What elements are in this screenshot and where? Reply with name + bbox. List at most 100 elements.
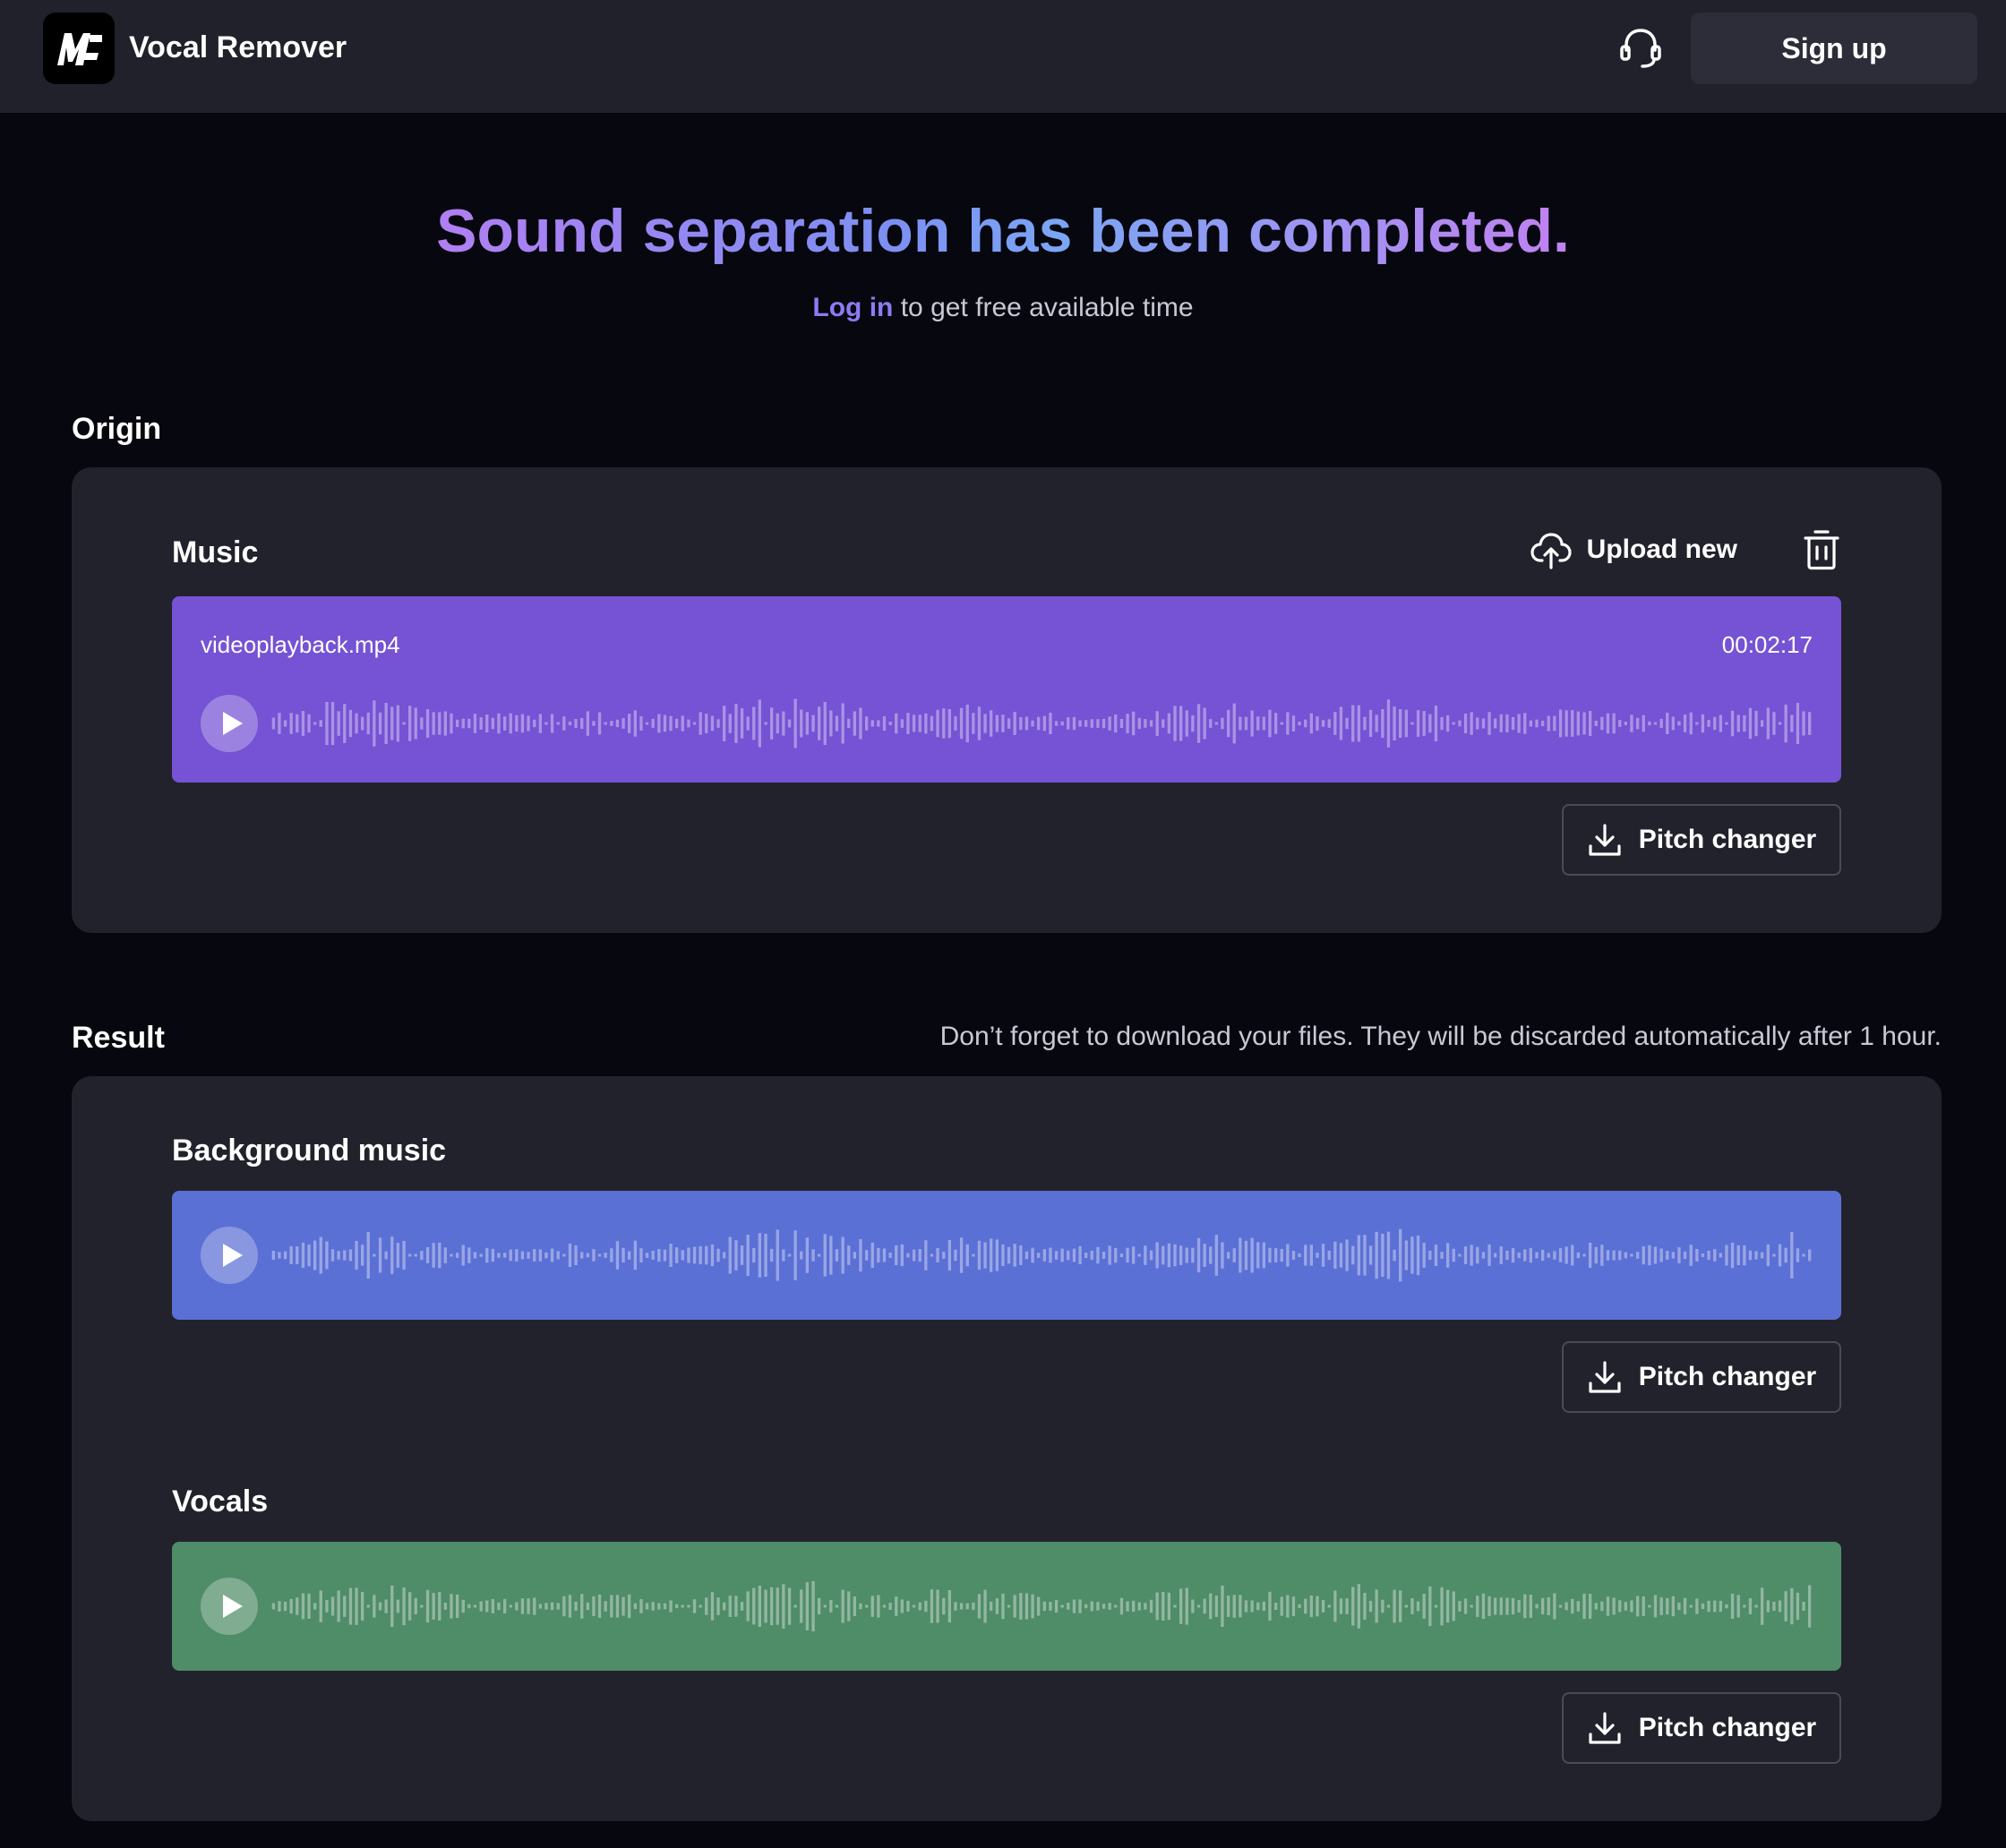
waveform-bar — [1024, 1251, 1029, 1260]
waveform-bar — [782, 711, 785, 736]
waveform-bar — [1250, 1237, 1254, 1273]
pitch-changer-download-button[interactable]: Pitch changer — [1562, 1692, 1841, 1764]
play-button[interactable] — [201, 1227, 258, 1284]
waveform-bar — [467, 1604, 471, 1609]
waveform-bar — [965, 1244, 969, 1267]
waveform-bar — [995, 714, 999, 732]
waveform-bar — [1067, 717, 1070, 730]
waveform-bar — [669, 715, 673, 732]
waveform-bar — [752, 1248, 756, 1263]
waveform-bar — [1060, 721, 1064, 726]
waveform-bar — [1345, 717, 1349, 730]
waveform-bar — [1149, 1599, 1153, 1613]
waveform-bar — [1345, 1239, 1349, 1271]
waveform-bar — [1007, 1604, 1011, 1608]
waveform-bar — [1333, 1241, 1337, 1270]
waveform-bar — [361, 1591, 364, 1621]
sign-up-button[interactable]: Sign up — [1691, 13, 1977, 84]
waveform-bar — [450, 1253, 453, 1257]
waveform-bar — [1375, 714, 1378, 732]
mt-logo-icon[interactable] — [43, 13, 115, 84]
vocals-player[interactable] — [172, 1542, 1841, 1671]
waveform[interactable] — [270, 695, 1813, 752]
waveform-bar — [983, 1589, 987, 1623]
waveform-bar — [888, 722, 892, 725]
waveform-bar — [1713, 1600, 1717, 1613]
waveform-bar — [1576, 1601, 1580, 1612]
waveform-bar — [296, 1246, 299, 1264]
waveform-bar — [1351, 705, 1355, 742]
waveform-bar — [1309, 1245, 1313, 1266]
waveform-bar — [1024, 1593, 1029, 1620]
waveform-bar — [740, 1602, 744, 1611]
app-name[interactable]: Vocal Remover — [129, 27, 347, 68]
waveform-bar — [278, 1252, 281, 1259]
log-in-link[interactable]: Log in — [812, 293, 893, 322]
trash-icon — [1804, 530, 1839, 570]
upload-new-button[interactable]: Upload new — [1530, 528, 1737, 571]
waveform-bar — [1262, 1242, 1265, 1269]
waveform-bar — [568, 1595, 572, 1618]
waveform-bar — [1547, 1253, 1550, 1258]
waveform-bar — [633, 1603, 637, 1610]
waveform-bar — [550, 1602, 554, 1611]
waveform-bar — [1381, 709, 1384, 739]
delete-button[interactable] — [1802, 528, 1841, 571]
waveform-bar — [1458, 1601, 1462, 1612]
waveform-bar — [301, 711, 305, 736]
waveform-bar — [562, 1253, 566, 1257]
waveform-bar — [1736, 1245, 1740, 1265]
play-button[interactable] — [201, 1578, 258, 1635]
pitch-changer-download-button[interactable]: Pitch changer — [1562, 804, 1841, 876]
pitch-changer-download-button[interactable]: Pitch changer — [1562, 1341, 1841, 1413]
waveform-bar — [622, 718, 625, 729]
page-title-text: Sound separation has been completed. — [436, 197, 1570, 265]
waveform-bar — [800, 1589, 803, 1623]
waveform-bar — [1748, 1250, 1753, 1261]
waveform-bar — [1523, 1594, 1527, 1619]
waveform-bar — [1487, 712, 1491, 735]
waveform-bar — [1114, 1247, 1118, 1263]
play-button[interactable] — [201, 695, 258, 752]
headset-icon[interactable] — [1617, 25, 1664, 72]
waveform-bar — [1037, 1596, 1041, 1616]
waveform-bar — [1060, 1604, 1064, 1608]
waveform-bar — [420, 1604, 424, 1608]
waveform-bar — [1280, 722, 1283, 725]
waveform-bar — [1476, 1246, 1479, 1264]
waveform-bar — [675, 1247, 679, 1263]
waveform-bar — [1256, 716, 1260, 731]
waveform-bar — [1612, 1250, 1616, 1261]
waveform-bar — [1428, 714, 1432, 733]
waveform-bar — [895, 1596, 898, 1616]
waveform-bar — [1250, 710, 1254, 737]
waveform-bar — [1553, 1593, 1556, 1620]
waveform[interactable] — [270, 1578, 1813, 1635]
waveform-bar — [1761, 720, 1764, 727]
waveform-bar — [1624, 722, 1627, 725]
waveform-bar — [859, 1603, 862, 1610]
waveform-bar — [882, 716, 887, 731]
waveform-bar — [1090, 719, 1093, 728]
waveform-bar — [770, 1248, 774, 1262]
origin-audio-player[interactable]: videoplayback.mp4 00:02:17 — [172, 596, 1841, 783]
waveform-bar — [1517, 1600, 1521, 1613]
waveform-bar — [319, 1236, 322, 1274]
waveform-bar — [1636, 717, 1640, 730]
background-music-player[interactable] — [172, 1191, 1841, 1320]
waveform-bar — [793, 1604, 797, 1608]
waveform-bar — [1291, 1251, 1296, 1260]
waveform-bar — [1653, 722, 1658, 725]
waveform-bar — [1042, 715, 1046, 732]
waveform-bar — [604, 722, 607, 725]
waveform-bar — [900, 1244, 904, 1267]
waveform[interactable] — [270, 1227, 1813, 1284]
waveform-bar — [527, 715, 530, 732]
waveform-bar — [906, 1253, 910, 1258]
waveform-bar — [1802, 711, 1805, 736]
waveform-bar — [1565, 1602, 1568, 1611]
waveform-bar — [568, 721, 572, 726]
waveform-bar — [348, 1587, 353, 1625]
waveform-bar — [882, 1248, 887, 1262]
waveform-bar — [1470, 712, 1473, 735]
